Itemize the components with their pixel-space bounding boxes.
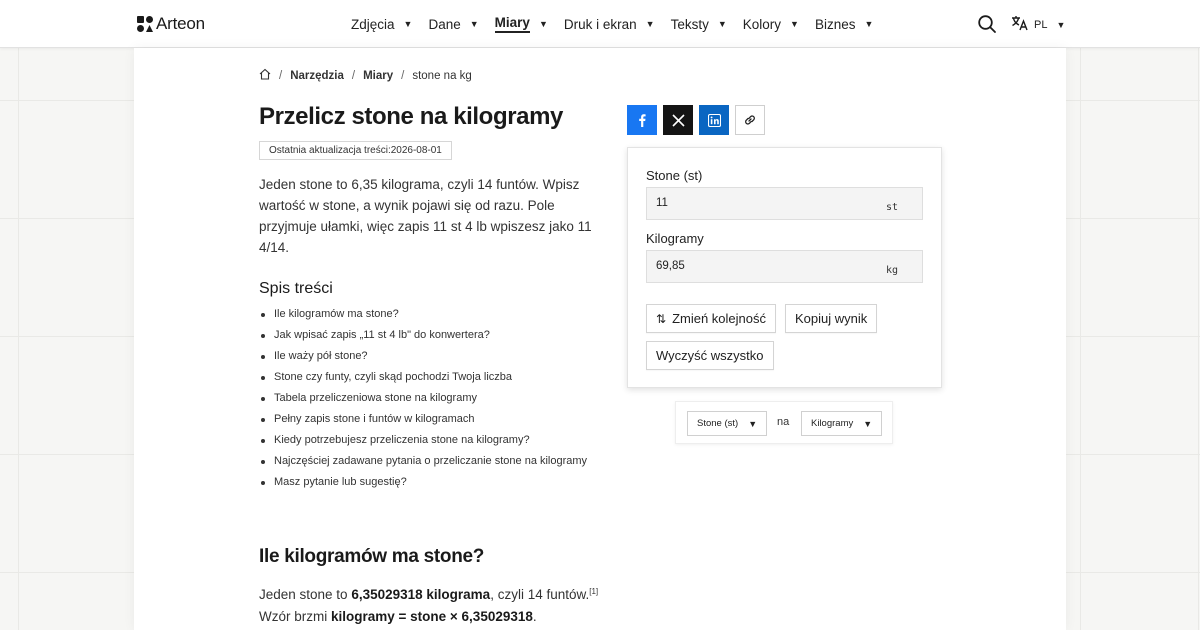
top-navigation-bar: Arteon Zdjęcia ▼ Dane ▼ Miary ▼ Druk i e… (0, 0, 1200, 48)
nav-label: Teksty (670, 16, 709, 32)
caret-down-icon: ▼ (469, 19, 479, 29)
toc-link[interactable]: Masz pytanie lub sugestię? (259, 474, 587, 495)
nav-item-kolory[interactable]: Kolory ▼ (743, 0, 799, 48)
logo[interactable]: Arteon (137, 14, 205, 34)
toc-link[interactable]: Stone czy funty, czyli skąd pochodzi Two… (259, 369, 587, 390)
to-unit-dropdown[interactable]: Kilogramy ▼ (801, 411, 883, 436)
stone-field-label: Stone (st) (646, 168, 703, 183)
breadcrumb-separator: / (351, 69, 356, 82)
kilogram-unit-suffix: kg (885, 265, 898, 276)
nav-label: Dane (428, 16, 461, 32)
stone-unit-suffix: st (885, 202, 898, 213)
caret-down-icon: ▼ (1056, 20, 1066, 30)
share-buttons (627, 105, 765, 135)
caret-down-icon: ▼ (538, 19, 548, 29)
language-code: PL (1034, 19, 1048, 31)
swap-order-button[interactable]: ⇅ Zmień kolejność (646, 304, 776, 333)
from-unit-value: Stone (st) (697, 418, 739, 429)
nav-item-zdjecia[interactable]: Zdjęcia ▼ (351, 0, 412, 48)
table-of-contents: Ile kilogramów ma stone? Jak wpisać zapi… (259, 306, 587, 495)
from-unit-dropdown[interactable]: Stone (st) ▼ (687, 411, 768, 436)
toc-link[interactable]: Ile kilogramów ma stone? (259, 306, 587, 327)
nav-item-dane[interactable]: Dane ▼ (428, 0, 478, 48)
page-title: Przelicz stone na kilogramy (259, 103, 563, 130)
swap-order-label: Zmień kolejność (672, 311, 766, 326)
nav-label: Druk i ekran (563, 16, 637, 32)
intro-paragraph: Jeden stone to 6,35 kilograma, czyli 14 … (259, 177, 592, 255)
nav-label: Miary (494, 15, 530, 33)
kilogram-field-label: Kilogramy (646, 231, 704, 246)
kilogram-input[interactable]: 69,85 kg (646, 250, 923, 283)
copy-result-button[interactable]: Kopiuj wynik (785, 304, 878, 333)
x-share-button[interactable] (663, 105, 693, 135)
copy-result-label: Kopiuj wynik (795, 311, 868, 326)
caret-down-icon: ▼ (790, 19, 799, 29)
toc-link[interactable]: Ile waży pół stone? (259, 348, 587, 369)
translate-icon (1011, 15, 1028, 35)
nav-label: Kolory (742, 16, 782, 32)
caret-down-icon: ▼ (864, 19, 874, 29)
facebook-share-button[interactable] (627, 105, 657, 135)
main-nav: Zdjęcia ▼ Dane ▼ Miary ▼ Druk i ekran ▼ … (351, 0, 889, 48)
breadcrumb-current: stone na kg (412, 69, 472, 82)
section-heading: Ile kilogramów ma stone? (259, 546, 485, 567)
content-card: / Narzędzia / Miary / stone na kg Przeli… (134, 48, 1066, 630)
converter-panel: Stone (st) 11 st Kilogramy 69,85 kg ⇅ Zm… (627, 147, 942, 388)
nav-label: Zdjęcia (351, 16, 395, 32)
swap-icon: ⇅ (656, 311, 667, 326)
unit-connector: na (777, 416, 790, 428)
language-switcher[interactable]: PL ▼ (1011, 15, 1065, 35)
toc-link[interactable]: Kiedy potrzebujesz przeliczenia stone na… (259, 432, 587, 453)
nav-item-druk-i-ekran[interactable]: Druk i ekran ▼ (564, 0, 655, 48)
stone-input-value: 11 (656, 197, 668, 209)
logo-icon (137, 16, 153, 32)
section-text: Jeden stone to 6,35029318 kilograma, czy… (259, 584, 659, 628)
home-icon[interactable] (259, 68, 271, 83)
nav-item-miary[interactable]: Miary ▼ (494, 0, 548, 48)
search-icon[interactable] (977, 14, 997, 34)
nav-item-biznes[interactable]: Biznes ▼ (815, 0, 873, 48)
caret-down-icon: ▼ (863, 418, 873, 429)
text-fragment: . (532, 609, 537, 624)
stone-input[interactable]: 11 st (646, 187, 923, 220)
logo-text: Arteon (156, 14, 205, 33)
caret-down-icon: ▼ (645, 19, 655, 29)
caret-down-icon: ▼ (403, 19, 413, 29)
toc-link[interactable]: Jak wpisać zapis „11 st 4 lb" do konwert… (259, 327, 587, 348)
x-icon (671, 113, 685, 127)
toc-title: Spis treści (259, 280, 333, 297)
caret-down-icon: ▼ (748, 418, 758, 429)
clear-all-button[interactable]: Wyczyść wszystko (646, 341, 774, 370)
to-unit-value: Kilogramy (811, 418, 854, 429)
nav-label: Biznes (814, 16, 856, 32)
toc-link[interactable]: Pełny zapis stone i funtów w kilogramach (259, 411, 587, 432)
kilogram-input-value: 69,85 (656, 260, 685, 272)
breadcrumb-link-miary[interactable]: Miary (363, 70, 393, 82)
linkedin-share-button[interactable] (699, 105, 729, 135)
last-updated-badge: Ostatnia aktualizacja treści:2026-08-01 (259, 141, 452, 160)
footnote-reference[interactable]: [1] (589, 587, 598, 596)
section-line-2: Wzór brzmi kilogramy = stone × 6,3502931… (259, 606, 659, 628)
breadcrumb-separator: / (401, 69, 405, 82)
bold-value: 6,35029318 kilograma (351, 587, 491, 602)
text-fragment: , czyli 14 funtów. (490, 587, 590, 602)
linkedin-icon (707, 113, 721, 127)
formula: kilogramy = stone × 6,35029318 (331, 609, 533, 624)
toc-link[interactable]: Tabela przeliczeniowa stone na kilogramy (259, 390, 587, 411)
text-fragment: Wzór brzmi (259, 609, 331, 624)
unit-selector: Stone (st) ▼ na Kilogramy ▼ (675, 401, 893, 444)
link-icon (745, 115, 755, 125)
breadcrumb-link-narzedzia[interactable]: Narzędzia (290, 70, 344, 82)
nav-item-teksty[interactable]: Teksty ▼ (671, 0, 727, 48)
copy-link-button[interactable] (735, 105, 765, 135)
text-fragment: Jeden stone to (259, 587, 352, 602)
toc-link[interactable]: Najczęściej zadawane pytania o przelicza… (259, 453, 587, 474)
section-line-1: Jeden stone to 6,35029318 kilograma, czy… (259, 584, 659, 606)
clear-all-label: Wyczyść wszystko (656, 348, 764, 363)
facebook-icon (639, 114, 646, 127)
caret-down-icon: ▼ (717, 19, 727, 29)
breadcrumb: / Narzędzia / Miary / stone na kg (259, 68, 472, 83)
breadcrumb-separator: / (279, 69, 283, 82)
